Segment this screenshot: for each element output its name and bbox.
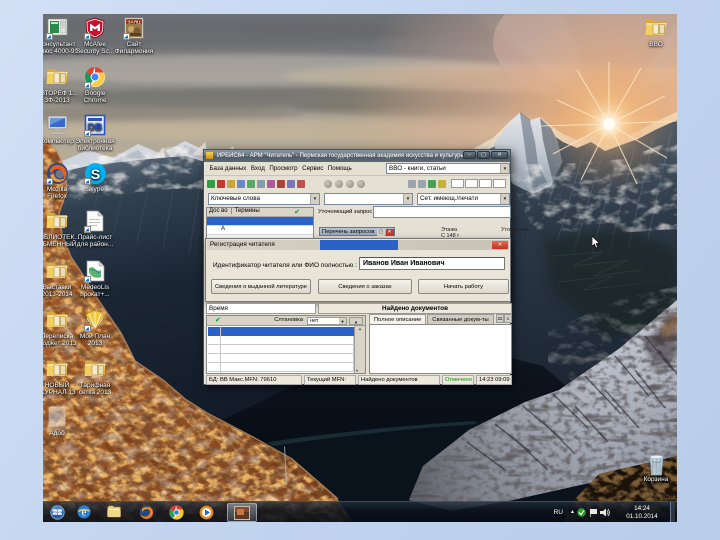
svg-text:S: S — [90, 166, 99, 182]
svg-text:ЗАЯЦ: ЗАЯЦ — [128, 19, 141, 24]
svg-text:e: e — [82, 507, 87, 519]
